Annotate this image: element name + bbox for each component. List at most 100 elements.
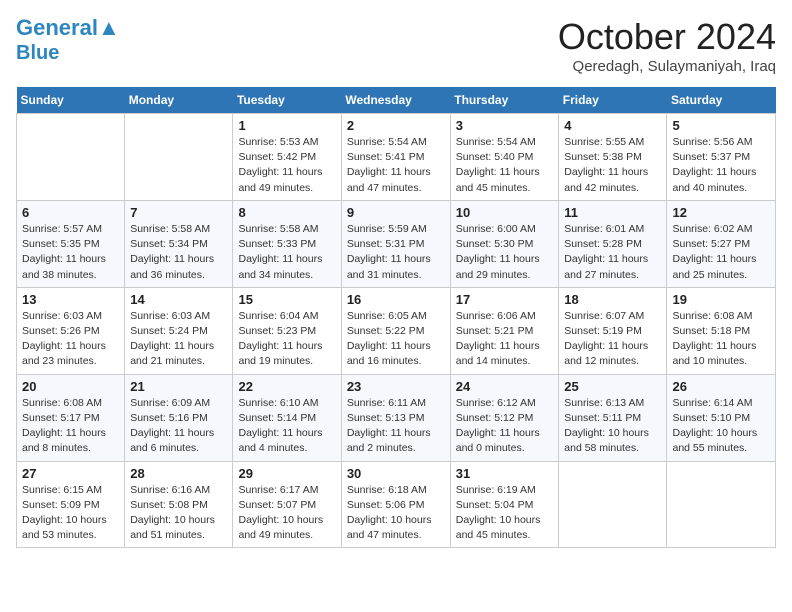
day-number: 16 xyxy=(347,292,445,307)
day-info: Sunrise: 6:05 AMSunset: 5:22 PMDaylight:… xyxy=(347,309,445,370)
logo-blue: ▲ xyxy=(98,15,120,40)
day-info: Sunrise: 5:54 AMSunset: 5:41 PMDaylight:… xyxy=(347,135,445,196)
day-info: Sunrise: 5:56 AMSunset: 5:37 PMDaylight:… xyxy=(672,135,770,196)
day-info: Sunrise: 6:19 AMSunset: 5:04 PMDaylight:… xyxy=(456,483,554,544)
day-info: Sunrise: 5:53 AMSunset: 5:42 PMDaylight:… xyxy=(238,135,335,196)
calendar-cell xyxy=(17,114,125,201)
day-info: Sunrise: 6:02 AMSunset: 5:27 PMDaylight:… xyxy=(672,222,770,283)
day-number: 25 xyxy=(564,379,661,394)
day-number: 17 xyxy=(456,292,554,307)
calendar-cell: 28Sunrise: 6:16 AMSunset: 5:08 PMDayligh… xyxy=(125,461,233,548)
calendar-cell: 19Sunrise: 6:08 AMSunset: 5:18 PMDayligh… xyxy=(667,287,776,374)
day-number: 4 xyxy=(564,118,661,133)
calendar-cell: 25 Sunrise: 6:13 AMSunset: 5:11 PMDayligh… xyxy=(559,374,667,461)
calendar-cell xyxy=(559,461,667,548)
title-block: October 2024 Qeredagh, Sulaymaniyah, Ira… xyxy=(558,16,776,75)
calendar-cell: 31 Sunrise: 6:19 AMSunset: 5:04 PMDayligh… xyxy=(450,461,559,548)
day-number: 29 xyxy=(238,466,335,481)
day-info: Sunrise: 6:15 AMSunset: 5:09 PMDaylight:… xyxy=(22,483,119,544)
weekday-monday: Monday xyxy=(125,87,233,114)
day-number: 9 xyxy=(347,205,445,220)
calendar-cell: 12 Sunrise: 6:02 AMSunset: 5:27 PMDayligh… xyxy=(667,200,776,287)
day-info: Sunrise: 6:14 AMSunset: 5:10 PMDaylight:… xyxy=(672,396,770,457)
calendar-cell: 6 Sunrise: 5:57 AMSunset: 5:35 PMDaylight… xyxy=(17,200,125,287)
weekday-friday: Friday xyxy=(559,87,667,114)
day-number: 3 xyxy=(456,118,554,133)
day-number: 23 xyxy=(347,379,445,394)
calendar-cell: 24Sunrise: 6:12 AMSunset: 5:12 PMDayligh… xyxy=(450,374,559,461)
weekday-header-row: SundayMondayTuesdayWednesdayThursdayFrid… xyxy=(17,87,776,114)
day-info: Sunrise: 6:13 AMSunset: 5:11 PMDaylight:… xyxy=(564,396,661,457)
calendar-cell: 1 Sunrise: 5:53 AMSunset: 5:42 PMDaylight… xyxy=(233,114,341,201)
calendar-cell: 9 Sunrise: 5:59 AMSunset: 5:31 PMDaylight… xyxy=(341,200,450,287)
day-number: 12 xyxy=(672,205,770,220)
day-number: 31 xyxy=(456,466,554,481)
day-info: Sunrise: 5:58 AMSunset: 5:33 PMDaylight:… xyxy=(238,222,335,283)
day-number: 7 xyxy=(130,205,227,220)
calendar-cell: 8 Sunrise: 5:58 AMSunset: 5:33 PMDaylight… xyxy=(233,200,341,287)
location: Qeredagh, Sulaymaniyah, Iraq xyxy=(558,58,776,75)
day-number: 15 xyxy=(238,292,335,307)
day-info: Sunrise: 6:09 AMSunset: 5:16 PMDaylight:… xyxy=(130,396,227,457)
weekday-thursday: Thursday xyxy=(450,87,559,114)
day-info: Sunrise: 5:54 AMSunset: 5:40 PMDaylight:… xyxy=(456,135,554,196)
day-number: 20 xyxy=(22,379,119,394)
calendar-cell: 7 Sunrise: 5:58 AMSunset: 5:34 PMDaylight… xyxy=(125,200,233,287)
calendar-cell: 22Sunrise: 6:10 AMSunset: 5:14 PMDayligh… xyxy=(233,374,341,461)
week-row-4: 20Sunrise: 6:08 AMSunset: 5:17 PMDayligh… xyxy=(17,374,776,461)
calendar-cell xyxy=(125,114,233,201)
calendar-table: SundayMondayTuesdayWednesdayThursdayFrid… xyxy=(16,87,776,548)
day-number: 21 xyxy=(130,379,227,394)
day-number: 8 xyxy=(238,205,335,220)
weekday-saturday: Saturday xyxy=(667,87,776,114)
weekday-sunday: Sunday xyxy=(17,87,125,114)
calendar-cell: 14Sunrise: 6:03 AMSunset: 5:24 PMDayligh… xyxy=(125,287,233,374)
day-info: Sunrise: 6:11 AMSunset: 5:13 PMDaylight:… xyxy=(347,396,445,457)
day-info: Sunrise: 6:18 AMSunset: 5:06 PMDaylight:… xyxy=(347,483,445,544)
month-title: October 2024 xyxy=(558,16,776,58)
day-info: Sunrise: 6:04 AMSunset: 5:23 PMDaylight:… xyxy=(238,309,335,370)
calendar-cell: 10Sunrise: 6:00 AMSunset: 5:30 PMDayligh… xyxy=(450,200,559,287)
calendar-cell: 29 Sunrise: 6:17 AMSunset: 5:07 PMDayligh… xyxy=(233,461,341,548)
day-info: Sunrise: 6:06 AMSunset: 5:21 PMDaylight:… xyxy=(456,309,554,370)
day-info: Sunrise: 6:03 AMSunset: 5:24 PMDaylight:… xyxy=(130,309,227,370)
logo: General▲ Blue xyxy=(16,16,120,64)
page-header: General▲ Blue October 2024 Qeredagh, Sul… xyxy=(16,16,776,75)
logo-blue-text: Blue xyxy=(16,42,59,64)
calendar-cell: 26Sunrise: 6:14 AMSunset: 5:10 PMDayligh… xyxy=(667,374,776,461)
calendar-cell xyxy=(667,461,776,548)
day-info: Sunrise: 5:57 AMSunset: 5:35 PMDaylight:… xyxy=(22,222,119,283)
day-info: Sunrise: 6:08 AMSunset: 5:18 PMDaylight:… xyxy=(672,309,770,370)
calendar-cell: 13 Sunrise: 6:03 AMSunset: 5:26 PMDayligh… xyxy=(17,287,125,374)
calendar-cell: 4Sunrise: 5:55 AMSunset: 5:38 PMDaylight… xyxy=(559,114,667,201)
calendar-cell: 5Sunrise: 5:56 AMSunset: 5:37 PMDaylight… xyxy=(667,114,776,201)
day-info: Sunrise: 5:59 AMSunset: 5:31 PMDaylight:… xyxy=(347,222,445,283)
calendar-cell: 17 Sunrise: 6:06 AMSunset: 5:21 PMDayligh… xyxy=(450,287,559,374)
day-info: Sunrise: 6:16 AMSunset: 5:08 PMDaylight:… xyxy=(130,483,227,544)
day-number: 1 xyxy=(238,118,335,133)
day-info: Sunrise: 6:03 AMSunset: 5:26 PMDaylight:… xyxy=(22,309,119,370)
day-info: Sunrise: 6:07 AMSunset: 5:19 PMDaylight:… xyxy=(564,309,661,370)
calendar-cell: 11 Sunrise: 6:01 AMSunset: 5:28 PMDayligh… xyxy=(559,200,667,287)
day-number: 2 xyxy=(347,118,445,133)
calendar-cell: 23 Sunrise: 6:11 AMSunset: 5:13 PMDayligh… xyxy=(341,374,450,461)
weekday-wednesday: Wednesday xyxy=(341,87,450,114)
calendar-body: 1 Sunrise: 5:53 AMSunset: 5:42 PMDaylight… xyxy=(17,114,776,548)
day-info: Sunrise: 5:58 AMSunset: 5:34 PMDaylight:… xyxy=(130,222,227,283)
day-number: 27 xyxy=(22,466,119,481)
day-number: 30 xyxy=(347,466,445,481)
calendar-cell: 30 Sunrise: 6:18 AMSunset: 5:06 PMDayligh… xyxy=(341,461,450,548)
day-info: Sunrise: 6:17 AMSunset: 5:07 PMDaylight:… xyxy=(238,483,335,544)
calendar-cell: 27 Sunrise: 6:15 AMSunset: 5:09 PMDayligh… xyxy=(17,461,125,548)
day-number: 11 xyxy=(564,205,661,220)
day-info: Sunrise: 6:12 AMSunset: 5:12 PMDaylight:… xyxy=(456,396,554,457)
day-info: Sunrise: 6:01 AMSunset: 5:28 PMDaylight:… xyxy=(564,222,661,283)
calendar-cell: 21 Sunrise: 6:09 AMSunset: 5:16 PMDayligh… xyxy=(125,374,233,461)
week-row-2: 6 Sunrise: 5:57 AMSunset: 5:35 PMDaylight… xyxy=(17,200,776,287)
weekday-tuesday: Tuesday xyxy=(233,87,341,114)
week-row-3: 13 Sunrise: 6:03 AMSunset: 5:26 PMDayligh… xyxy=(17,287,776,374)
day-number: 13 xyxy=(22,292,119,307)
day-number: 10 xyxy=(456,205,554,220)
day-number: 6 xyxy=(22,205,119,220)
week-row-5: 27 Sunrise: 6:15 AMSunset: 5:09 PMDayligh… xyxy=(17,461,776,548)
